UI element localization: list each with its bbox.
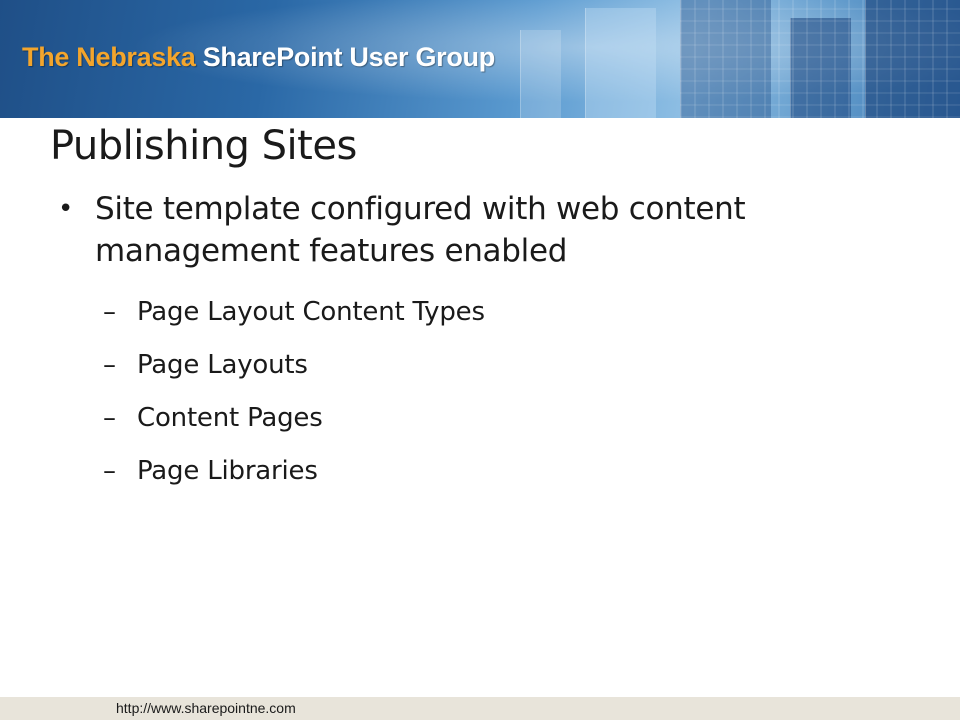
bullet-list: • Site template configured with web cont… — [58, 188, 918, 498]
dash-icon: – — [103, 456, 116, 486]
sub-bullet-item: – Page Layouts — [95, 339, 918, 392]
footer-bar: http://www.sharepointne.com — [0, 697, 960, 720]
bullet-item: • Site template configured with web cont… — [58, 188, 918, 498]
logo-accent-text: The Nebraska — [22, 42, 196, 72]
sub-bullet-list: – Page Layout Content Types – Page Layou… — [95, 286, 918, 498]
dash-icon: – — [103, 297, 116, 327]
sub-bullet-text: Page Libraries — [137, 456, 318, 486]
slide-title: Publishing Sites — [50, 123, 357, 169]
dash-icon: – — [103, 350, 116, 380]
header-banner: The Nebraska SharePoint User Group — [0, 0, 960, 118]
website-link[interactable]: http://www.sharepointne.com — [116, 700, 296, 716]
bullet-text: Site template configured with web conten… — [95, 191, 746, 269]
bullet-dot-icon: • — [58, 194, 74, 224]
sub-bullet-text: Page Layout Content Types — [137, 297, 485, 327]
sub-bullet-item: – Content Pages — [95, 392, 918, 445]
sub-bullet-item: – Page Libraries — [95, 445, 918, 498]
user-group-logo-text: The Nebraska SharePoint User Group — [22, 42, 495, 73]
banner-building — [520, 30, 561, 118]
banner-building — [585, 8, 656, 118]
sub-bullet-text: Page Layouts — [137, 350, 308, 380]
logo-main-text: SharePoint User Group — [202, 42, 496, 72]
banner-window-grid — [680, 0, 960, 118]
slide: The Nebraska SharePoint User Group Publi… — [0, 0, 960, 720]
dash-icon: – — [103, 403, 116, 433]
sub-bullet-item: – Page Layout Content Types — [95, 286, 918, 339]
sub-bullet-text: Content Pages — [137, 403, 323, 433]
